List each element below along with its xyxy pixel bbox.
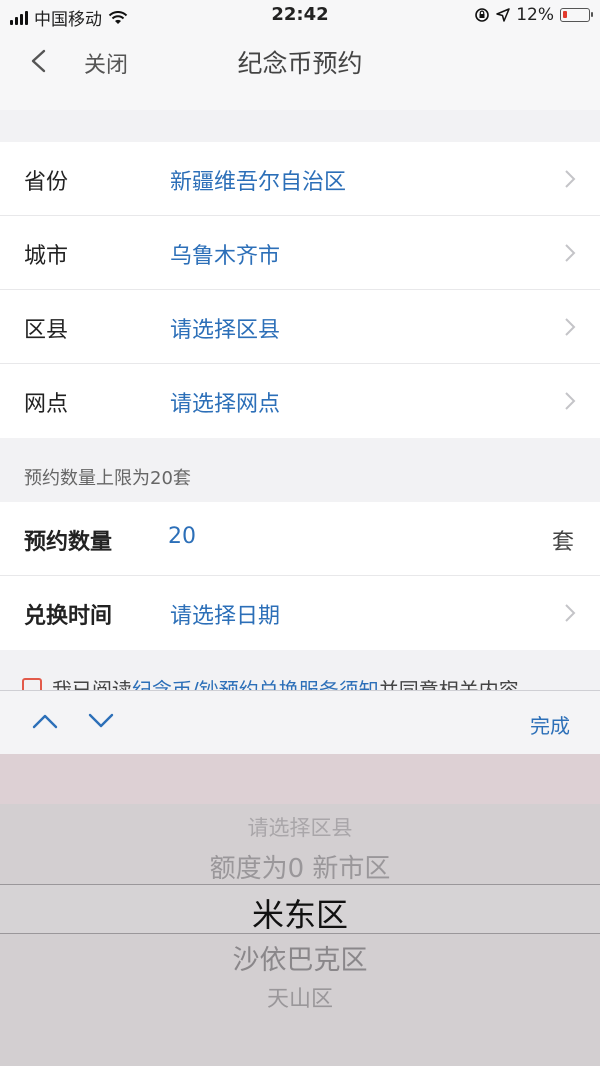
branch-label: 网点 <box>24 392 69 417</box>
province-value: 新疆维吾尔自治区 <box>170 170 347 195</box>
picker-option[interactable]: 额度为0 新市区 <box>0 848 600 885</box>
quantity-row: 预约数量 20 套 <box>0 502 600 576</box>
agreement-checkbox[interactable] <box>22 678 42 690</box>
city-value: 乌鲁木齐市 <box>170 244 281 269</box>
rotation-lock-icon <box>475 8 490 22</box>
nav-bar: 关闭 纪念币预约 <box>0 30 600 110</box>
province-label: 省份 <box>24 170 69 195</box>
chevron-right-icon <box>565 318 576 336</box>
quantity-label: 预约数量 <box>24 530 113 555</box>
picker-option[interactable]: 沙依巴克区 <box>0 938 600 977</box>
province-row[interactable]: 省份 新疆维吾尔自治区 <box>0 142 600 216</box>
agreement-prefix: 我已阅读 <box>52 678 132 690</box>
quantity-unit: 套 <box>551 530 574 555</box>
picker-toolbar: 完成 <box>0 690 600 754</box>
branch-row[interactable]: 网点 请选择网点 <box>0 364 600 438</box>
chevron-right-icon <box>565 170 576 188</box>
city-label: 城市 <box>24 244 69 269</box>
chevron-right-icon <box>565 604 576 622</box>
chevron-right-icon <box>565 392 576 410</box>
location-arrow-icon <box>496 8 510 22</box>
chevron-down-icon[interactable] <box>88 713 114 729</box>
exchange-time-row[interactable]: 兑换时间 请选择日期 <box>0 576 600 650</box>
picker-option[interactable]: 请选择区县 <box>0 812 600 842</box>
picker-option-selected[interactable]: 米东区 <box>0 890 600 936</box>
chevron-right-icon <box>565 244 576 262</box>
city-row[interactable]: 城市 乌鲁木齐市 <box>0 216 600 290</box>
battery-icon <box>560 8 593 22</box>
agreement-text: 我已阅读纪念币/钞预约兑换服务须知并同意相关内容 <box>52 674 519 690</box>
reservation-section: 预约数量 20 套 兑换时间 请选择日期 <box>0 502 600 650</box>
page-title: 纪念币预约 <box>237 49 363 78</box>
quantity-limit-hint: 预约数量上限为20套 <box>24 468 191 489</box>
district-value: 请选择区县 <box>170 318 281 343</box>
done-button[interactable]: 完成 <box>530 710 570 739</box>
location-section: 省份 新疆维吾尔自治区 城市 乌鲁木齐市 区县 请选择区县 网点 请选择网点 <box>0 142 600 438</box>
battery-percent: 12% <box>516 5 554 25</box>
quantity-input[interactable]: 20 <box>168 524 196 549</box>
status-right: 12% <box>474 5 593 25</box>
picker-top-area <box>0 754 600 804</box>
branch-value: 请选择网点 <box>170 392 281 417</box>
status-bar: 中国移动 22:42 12% <box>0 0 600 30</box>
agreement-row: 我已阅读纪念币/钞预约兑换服务须知并同意相关内容 <box>0 672 600 690</box>
agreement-link[interactable]: 纪念币/钞预约兑换服务须知 <box>132 678 379 690</box>
chevron-up-icon[interactable] <box>32 713 58 729</box>
exchange-time-label: 兑换时间 <box>24 604 113 629</box>
district-row[interactable]: 区县 请选择区县 <box>0 290 600 364</box>
district-label: 区县 <box>24 318 69 343</box>
district-picker[interactable]: 请选择区县 额度为0 新市区 米东区 沙依巴克区 天山区 <box>0 754 600 1066</box>
picker-option[interactable]: 天山区 <box>0 981 600 1013</box>
agreement-suffix: 并同意相关内容 <box>378 678 519 690</box>
exchange-time-value: 请选择日期 <box>170 604 281 629</box>
